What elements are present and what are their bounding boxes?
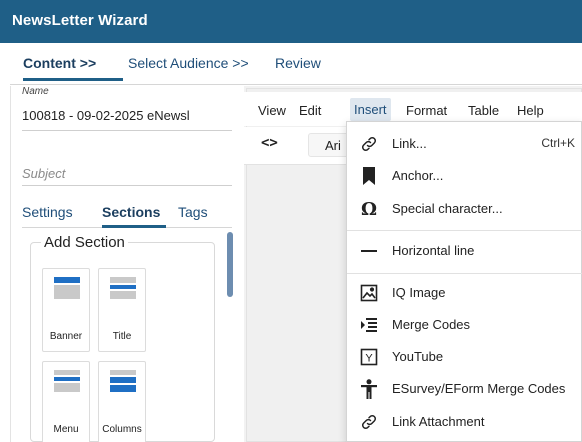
menu-item-label: Horizontal line	[392, 243, 475, 258]
insert-menu-item-anchor[interactable]: Anchor...	[347, 161, 582, 191]
tab-sections[interactable]: Sections	[102, 204, 160, 220]
menu-separator	[347, 273, 582, 274]
tab-settings[interactable]: Settings	[22, 204, 73, 220]
section-tile-banner[interactable]: Banner	[42, 268, 90, 352]
wizard-step-select-audience[interactable]: Select Audience >>	[128, 55, 249, 71]
merge-codes-icon	[359, 315, 379, 335]
insert-menu-dropdown: Link... Ctrl+K Anchor... Ω Special chara…	[346, 121, 582, 442]
youtube-icon: Y	[359, 347, 379, 367]
image-icon	[359, 283, 379, 303]
section-tile-menu[interactable]: Menu	[42, 361, 90, 442]
menu-format[interactable]: Format	[406, 103, 447, 118]
name-label: Name	[22, 86, 49, 97]
banner-layout-icon	[54, 277, 80, 301]
title-layout-icon	[110, 277, 136, 301]
menu-item-label: Anchor...	[392, 168, 444, 183]
subject-field[interactable]: Subject	[22, 166, 65, 181]
columns-layout-icon	[110, 370, 136, 394]
subject-field-underline	[22, 185, 232, 186]
left-panel: Name 100818 - 09-02-2025 eNewsl Subject …	[0, 86, 243, 442]
menu-item-label: Special character...	[392, 201, 503, 216]
insert-menu-item-merge-codes[interactable]: Merge Codes	[347, 310, 582, 340]
svg-text:Y: Y	[365, 353, 373, 365]
window-title: NewsLetter Wizard	[12, 12, 148, 29]
person-icon	[359, 379, 379, 399]
wizard-step-review[interactable]: Review	[275, 55, 321, 71]
menu-item-label: Link...	[392, 136, 427, 151]
wizard-steps: Content >> Select Audience >> Review	[10, 45, 582, 85]
insert-menu-item-horizontal-line[interactable]: Horizontal line	[347, 236, 582, 266]
insert-menu-item-link[interactable]: Link... Ctrl+K	[347, 129, 582, 159]
add-section-group: Add Section Banner Title Menu Columns	[30, 234, 215, 442]
tile-label: Banner	[49, 331, 83, 342]
section-tile-columns[interactable]: Columns	[98, 361, 146, 442]
left-tabs: Settings Sections Tags	[22, 202, 232, 228]
left-panel-edge	[10, 86, 11, 442]
section-tile-title[interactable]: Title	[98, 268, 146, 352]
menu-help[interactable]: Help	[517, 103, 544, 118]
menu-separator	[347, 230, 582, 231]
active-step-underline	[23, 78, 123, 81]
sections-scroll-thumb[interactable]	[227, 232, 233, 297]
insert-menu-item-special-character[interactable]: Ω Special character...	[347, 194, 582, 224]
wizard-step-content[interactable]: Content >>	[23, 55, 96, 71]
link-icon	[359, 134, 379, 154]
menu-item-label: YouTube	[392, 349, 444, 364]
tab-tags[interactable]: Tags	[178, 204, 208, 220]
insert-menu-item-link-attachment[interactable]: Link Attachment	[347, 407, 582, 437]
menu-table[interactable]: Table	[468, 103, 499, 118]
menu-item-label: Merge Codes	[392, 317, 471, 332]
bookmark-icon	[359, 166, 379, 186]
active-tab-underline	[102, 225, 166, 228]
menu-insert[interactable]: Insert	[350, 98, 391, 121]
menu-item-label: ESurvey/EForm Merge Codes	[392, 381, 566, 396]
menu-layout-icon	[54, 370, 80, 394]
menu-item-label: IQ Image	[392, 285, 446, 300]
source-code-icon[interactable]: <>	[261, 135, 278, 151]
insert-menu-item-youtube[interactable]: Y YouTube	[347, 342, 582, 372]
horizontal-line-icon	[359, 241, 379, 261]
omega-icon: Ω	[360, 198, 378, 220]
insert-menu-item-esurvey-merge-codes[interactable]: ESurvey/EForm Merge Codes	[347, 374, 582, 404]
tile-label: Menu	[53, 424, 79, 435]
add-section-title: Add Section	[41, 234, 128, 251]
insert-menu-item-iq-image[interactable]: IQ Image	[347, 278, 582, 308]
name-field[interactable]: 100818 - 09-02-2025 eNewsl	[22, 108, 234, 123]
menu-view[interactable]: View	[258, 103, 286, 118]
menu-item-label: Link Attachment	[392, 414, 485, 429]
link-icon	[359, 412, 379, 432]
tile-label: Columns	[102, 424, 142, 435]
title-bar: NewsLetter Wizard	[0, 0, 582, 43]
name-field-underline	[22, 130, 232, 131]
menu-edit[interactable]: Edit	[299, 103, 321, 118]
link-shortcut: Ctrl+K	[541, 136, 575, 150]
tile-label: Title	[112, 331, 132, 342]
font-family-value: Ari	[325, 138, 341, 153]
